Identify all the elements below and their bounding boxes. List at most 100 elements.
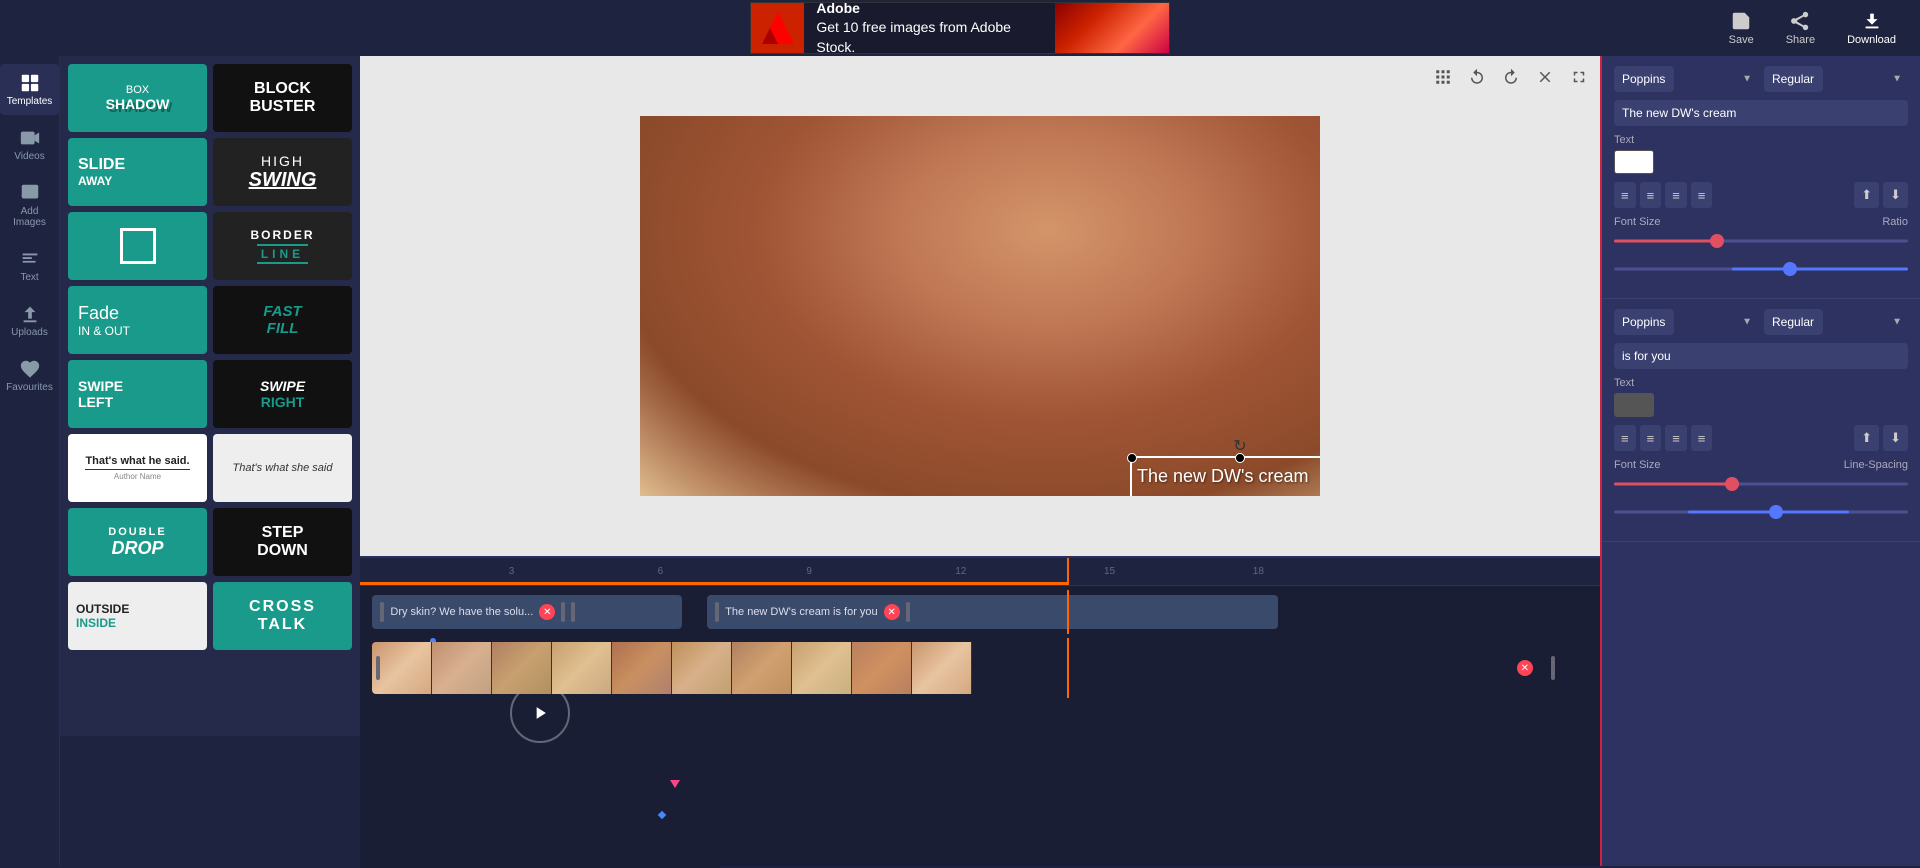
color-swatch-1[interactable] [1614,150,1654,174]
sidebar-item-videos[interactable]: Videos [0,119,59,170]
template-block-buster[interactable]: BLOCK BUSTER [213,64,352,132]
timeline-ruler: 3 6 9 12 15 18 [360,558,1600,586]
video-delete-btn[interactable]: ✕ [1517,660,1533,676]
clip-text-1: Dry skin? We have the solu... [390,606,533,618]
video-handle-left[interactable] [376,656,380,680]
sidebar-item-uploads[interactable]: Uploads [0,295,59,346]
video-track: ✕ [360,638,1600,698]
template-slide-away[interactable]: SLIDE AWAY [68,138,207,206]
align-center-btn-2[interactable]: ≡ [1640,425,1662,451]
video-thumb-9 [852,642,912,694]
clip-handle-right-1[interactable] [561,602,565,622]
clip-handle-left-2[interactable] [715,602,719,622]
video-frame: ↻ The new DW's cream is for you [640,116,1320,496]
videos-icon [19,127,41,149]
text-input-1[interactable] [1614,100,1908,126]
download-button[interactable]: Download [1835,6,1908,50]
grid-view-button[interactable] [1430,64,1456,93]
align-left-btn-1[interactable]: ≡ [1614,182,1636,208]
video-thumb-6 [672,642,732,694]
ruler-mark-12: 12 [955,566,966,577]
templates-panel: BOX SHADOW BLOCK BUSTER SLIDE AWAY HIGH … [60,56,360,736]
text-properties-section-2: Poppins Regular Text ≡ ≡ ≡ ≡ ⬆ ⬇ Font Si… [1602,299,1920,542]
ratio-label-1: Ratio [1882,216,1908,228]
text-icon [19,248,41,270]
valign-bottom-btn-2[interactable]: ⬇ [1883,425,1908,451]
canvas-toolbar [1430,64,1592,93]
ruler-mark-6: 6 [658,566,664,577]
sidebar-item-templates[interactable]: Templates [0,64,59,115]
template-cross-talk[interactable]: CROSS TALK [213,582,352,650]
align-justify-btn-1[interactable]: ≡ [1691,182,1713,208]
style-select-1[interactable]: Regular [1764,66,1823,92]
clip-delete-2[interactable]: ✕ [884,604,900,620]
top-bar: Adobe Get 10 free images from Adobe Stoc… [0,0,1920,56]
template-border-line[interactable]: BORDER LINE [213,212,352,280]
close-button[interactable] [1532,64,1558,93]
grid-icon [1434,68,1452,86]
clip-handle-right-2[interactable] [906,602,910,622]
subtitle-clip-1[interactable]: Dry skin? We have the solu... ✕ [372,595,682,629]
video-thumb-10 [912,642,972,694]
font-select-1[interactable]: Poppins [1614,66,1674,92]
style-select-2[interactable]: Regular [1764,309,1823,335]
template-double-drop[interactable]: DOUBLE DROP [68,508,207,576]
video-thumb-5 [612,642,672,694]
text-selection-box[interactable]: ↻ [1130,456,1320,496]
save-button[interactable]: Save [1717,6,1766,50]
ruler-mark-18: 18 [1253,566,1264,577]
align-right-btn-1[interactable]: ≡ [1665,182,1687,208]
font-size-slider-2 [1614,475,1908,493]
share-button[interactable]: Share [1774,6,1827,50]
sidebar-item-favourites[interactable]: Favourites [0,350,59,401]
ruler-mark-9: 9 [806,566,812,577]
template-swipe-right[interactable]: SWIPE RIGHT [213,360,352,428]
undo-button[interactable] [1464,64,1490,93]
video-background [640,116,1320,496]
subtitle-clip-2[interactable]: The new DW's cream is for you ✕ [707,595,1277,629]
size-row-1: Font Size Ratio [1614,216,1908,228]
handle-top-left[interactable] [1127,453,1137,463]
video-handle-right[interactable] [1551,656,1555,680]
ad-banner[interactable]: Adobe Get 10 free images from Adobe Stoc… [750,2,1170,54]
template-color-block[interactable] [68,212,207,280]
template-thats-what-he[interactable]: That's what he said. Author Name [68,434,207,502]
template-high-swing[interactable]: HIGH SWING [213,138,352,206]
font-select-2[interactable]: Poppins [1614,309,1674,335]
save-icon [1730,10,1752,32]
template-fade[interactable]: Fade IN & OUT [68,286,207,354]
main-canvas: ↻ The new DW's cream is for you [360,56,1600,556]
fullscreen-button[interactable] [1566,64,1592,93]
line-spacing-slider [1614,503,1908,521]
clip-handle-extra-1[interactable] [571,602,575,622]
video-strip[interactable]: ✕ [372,642,1562,694]
sidebar-item-text[interactable]: Text [0,240,59,291]
template-fast-fill[interactable]: FAST FILL [213,286,352,354]
font-size-label-1: Font Size [1614,216,1660,228]
playhead[interactable] [1067,558,1069,585]
template-step-down[interactable]: STEP DOWN [213,508,352,576]
rotate-handle[interactable]: ↻ [1233,436,1246,456]
video-thumb-8 [792,642,852,694]
font-row-1: Poppins Regular [1614,66,1908,92]
align-right-btn-2[interactable]: ≡ [1665,425,1687,451]
align-left-btn-2[interactable]: ≡ [1614,425,1636,451]
template-thats-what-she[interactable]: That's what she said [213,434,352,502]
clip-delete-1[interactable]: ✕ [539,604,555,620]
redo-button[interactable] [1498,64,1524,93]
template-outside-inside[interactable]: OUTSIDE INSIDE [68,582,207,650]
text-input-2[interactable] [1614,343,1908,369]
color-swatch-2[interactable] [1614,393,1654,417]
clip-handle-left-1[interactable] [380,602,384,622]
valign-top-btn-1[interactable]: ⬆ [1854,182,1879,208]
template-swipe-left[interactable]: SWIPE LEFT [68,360,207,428]
valign-top-btn-2[interactable]: ⬆ [1854,425,1879,451]
text-properties-section-1: Poppins Regular Text ≡ ≡ ≡ ≡ ⬆ ⬇ Font Si… [1602,56,1920,299]
align-center-btn-1[interactable]: ≡ [1640,182,1662,208]
valign-bottom-btn-1[interactable]: ⬇ [1883,182,1908,208]
align-row-1: ≡ ≡ ≡ ≡ ⬆ ⬇ [1614,182,1908,208]
align-justify-btn-2[interactable]: ≡ [1691,425,1713,451]
sidebar-item-add-images[interactable]: Add Images [0,174,59,236]
heart-icon [19,358,41,380]
template-box-shadow[interactable]: BOX SHADOW [68,64,207,132]
